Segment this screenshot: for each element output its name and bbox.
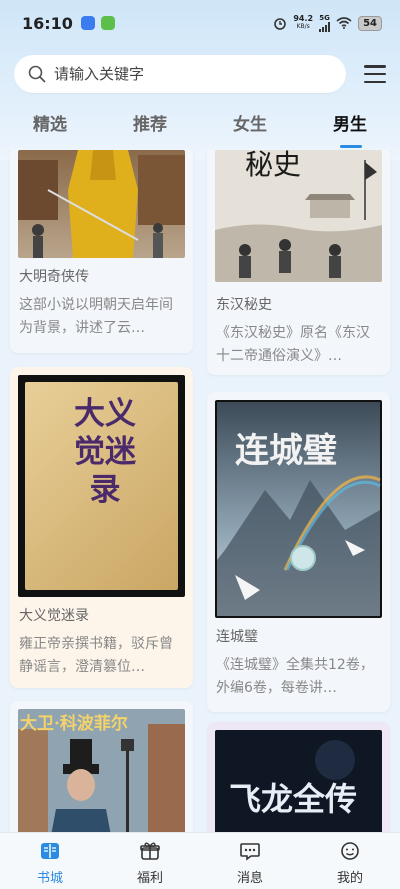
book-title: 大明奇侠传: [19, 269, 89, 285]
nav-bookstore[interactable]: 书城: [0, 833, 100, 889]
signal-icon: [319, 21, 331, 32]
search-input[interactable]: [54, 65, 314, 83]
book-card[interactable]: 大卫·科波菲尔: [10, 701, 193, 832]
cover-calligraphy: 大义觉迷录: [74, 396, 136, 508]
book-cover: 大义觉迷录: [18, 375, 185, 597]
book-icon: [41, 843, 59, 859]
notification-app-icon-2: [100, 16, 115, 30]
nav-label: 消息: [236, 871, 263, 886]
nav-messages[interactable]: 消息: [200, 833, 300, 889]
cell-signal: 5G: [319, 13, 331, 32]
cover-calligraphy: 大卫·科波菲尔: [20, 713, 128, 734]
book-description: 《连城璧》全集共12卷，外编6卷，每卷讲…: [216, 657, 374, 696]
book-card[interactable]: 大义觉迷录 大义觉迷录 雍正帝亲撰书籍，驳斥曾静谣言，澄清篡位…: [10, 367, 193, 688]
book-cover: [18, 150, 185, 258]
cover-calligraphy: 秘史: [245, 150, 301, 181]
status-time: 16:10: [22, 13, 73, 33]
nav-label: 福利: [136, 871, 163, 886]
book-cover: 大卫·科波菲尔: [18, 709, 185, 832]
book-cover: 秘史: [215, 150, 382, 282]
cover-illustration: 飞龙全传: [215, 730, 382, 832]
book-feed[interactable]: 大明奇侠传 这部小说以明朝天启年间为背景，讲述了云… 秘史 东汉秘史 《东汉秘史…: [0, 150, 400, 832]
net-speed-unit: KB/s: [296, 23, 310, 30]
tab-featured[interactable]: 精选: [0, 108, 100, 148]
bottom-navigation: 书城 福利 消息 我的: [0, 832, 400, 889]
book-description: 这部小说以明朝天启年间为背景，讲述了云…: [19, 297, 173, 336]
nav-label: 我的: [336, 871, 363, 886]
net-speed: 94.2 KB/s: [293, 15, 313, 31]
gift-icon: [140, 842, 160, 860]
book-title: 东汉秘史: [216, 297, 272, 313]
cover-illustration: 大卫·科波菲尔: [18, 709, 185, 832]
tab-male[interactable]: 男生: [300, 108, 400, 148]
status-bar: 16:10 94.2 KB/s 5G 54: [0, 0, 400, 46]
search-box[interactable]: [14, 55, 346, 93]
book-description: 雍正帝亲撰书籍，驳斥曾静谣言，澄清篡位…: [19, 636, 173, 675]
net-speed-value: 94.2: [293, 14, 314, 23]
search-icon: [28, 65, 46, 83]
profile-icon: [341, 842, 359, 860]
category-tabs: 精选 推荐 女生 男生: [0, 108, 400, 148]
menu-button[interactable]: [364, 65, 386, 83]
alarm-icon: [274, 18, 287, 30]
battery-indicator: 54: [358, 15, 382, 31]
tab-female[interactable]: 女生: [200, 108, 300, 148]
book-title: 大义觉迷录: [19, 608, 89, 624]
cover-calligraphy: 飞龙全传: [229, 780, 357, 818]
search-row: [14, 55, 386, 93]
message-icon: [240, 843, 260, 861]
menu-icon: [364, 65, 386, 68]
book-title: 连城璧: [216, 629, 258, 645]
nav-label: 书城: [36, 871, 63, 886]
book-card[interactable]: 连城璧 连城璧 《连城璧》全集共12卷，外编6卷，每卷讲…: [207, 392, 390, 712]
network-type: 5G: [319, 13, 330, 22]
tab-recommended[interactable]: 推荐: [100, 108, 200, 148]
book-cover: 飞龙全传: [215, 730, 382, 832]
nav-profile[interactable]: 我的: [300, 833, 400, 889]
cover-illustration: 秘史: [215, 150, 382, 282]
book-description: 《东汉秘史》原名《东汉十二帝通俗演义》…: [216, 325, 370, 364]
book-card[interactable]: 秘史 东汉秘史 《东汉秘史》原名《东汉十二帝通俗演义》…: [207, 150, 390, 375]
book-cover: 连城璧: [215, 400, 382, 618]
wifi-icon: [336, 17, 352, 29]
cover-calligraphy: 连城璧: [235, 431, 337, 471]
nav-welfare[interactable]: 福利: [100, 833, 200, 889]
cover-illustration: [18, 150, 185, 258]
notification-app-icon: [80, 16, 95, 30]
book-card[interactable]: 大明奇侠传 这部小说以明朝天启年间为背景，讲述了云…: [10, 150, 193, 353]
book-card[interactable]: 飞龙全传: [207, 722, 390, 832]
cover-illustration: 连城璧: [217, 402, 381, 616]
